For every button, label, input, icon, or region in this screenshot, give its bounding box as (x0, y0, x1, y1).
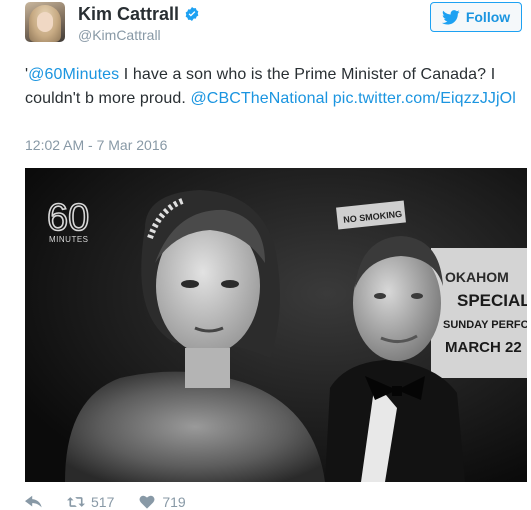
reply-icon (25, 495, 42, 508)
sixty-minutes-logo-text: MINUTES (49, 235, 89, 244)
like-button[interactable]: 719 (138, 494, 186, 510)
follow-button-label: Follow (465, 9, 511, 25)
tweet-text: '@60Minutes I have a son who is the Prim… (25, 63, 530, 111)
tweet-actions: 517 719 (25, 494, 210, 510)
media-photo-illustration: NO SMOKING OKAHOM SPECIAL SUNDAY PERFORM… (25, 168, 527, 482)
sign-line-3: SUNDAY PERFORMA (443, 319, 527, 331)
sign-line-4: MARCH 22 (445, 339, 522, 356)
tweet-timestamp[interactable]: 12:02 AM - 7 Mar 2016 (25, 137, 167, 153)
tweet-card: Kim Cattrall @KimCattrall Follow '@60Min… (0, 0, 531, 510)
user-handle[interactable]: @KimCattrall (78, 27, 161, 43)
sign-board (431, 248, 527, 378)
sign-line-2: SPECIAL (457, 291, 527, 310)
reply-button[interactable] (25, 495, 43, 509)
retweet-icon (67, 497, 85, 507)
pic-twitter-link[interactable]: pic.twitter.com/EiqzzJJjOl (333, 90, 516, 107)
retweet-count: 517 (91, 494, 115, 510)
retweet-button[interactable]: 517 (67, 494, 114, 510)
mention-60minutes-link[interactable]: @60Minutes (28, 66, 119, 83)
like-count: 719 (162, 494, 186, 510)
tweet-media-photo[interactable]: NO SMOKING OKAHOM SPECIAL SUNDAY PERFORM… (25, 168, 527, 482)
follow-button[interactable]: Follow (430, 2, 522, 32)
avatar[interactable] (25, 2, 65, 42)
user-name[interactable]: Kim Cattrall (78, 4, 179, 25)
heart-icon (139, 495, 155, 509)
sixty-minutes-logo: 60 (47, 197, 89, 239)
verified-badge-icon (185, 7, 199, 21)
twitter-bird-icon (441, 9, 460, 24)
sign-line-1: OKAHOM (445, 269, 509, 285)
mention-cbcthenational-link[interactable]: @CBCTheNational (190, 90, 328, 107)
user-name-row: Kim Cattrall (78, 3, 200, 25)
